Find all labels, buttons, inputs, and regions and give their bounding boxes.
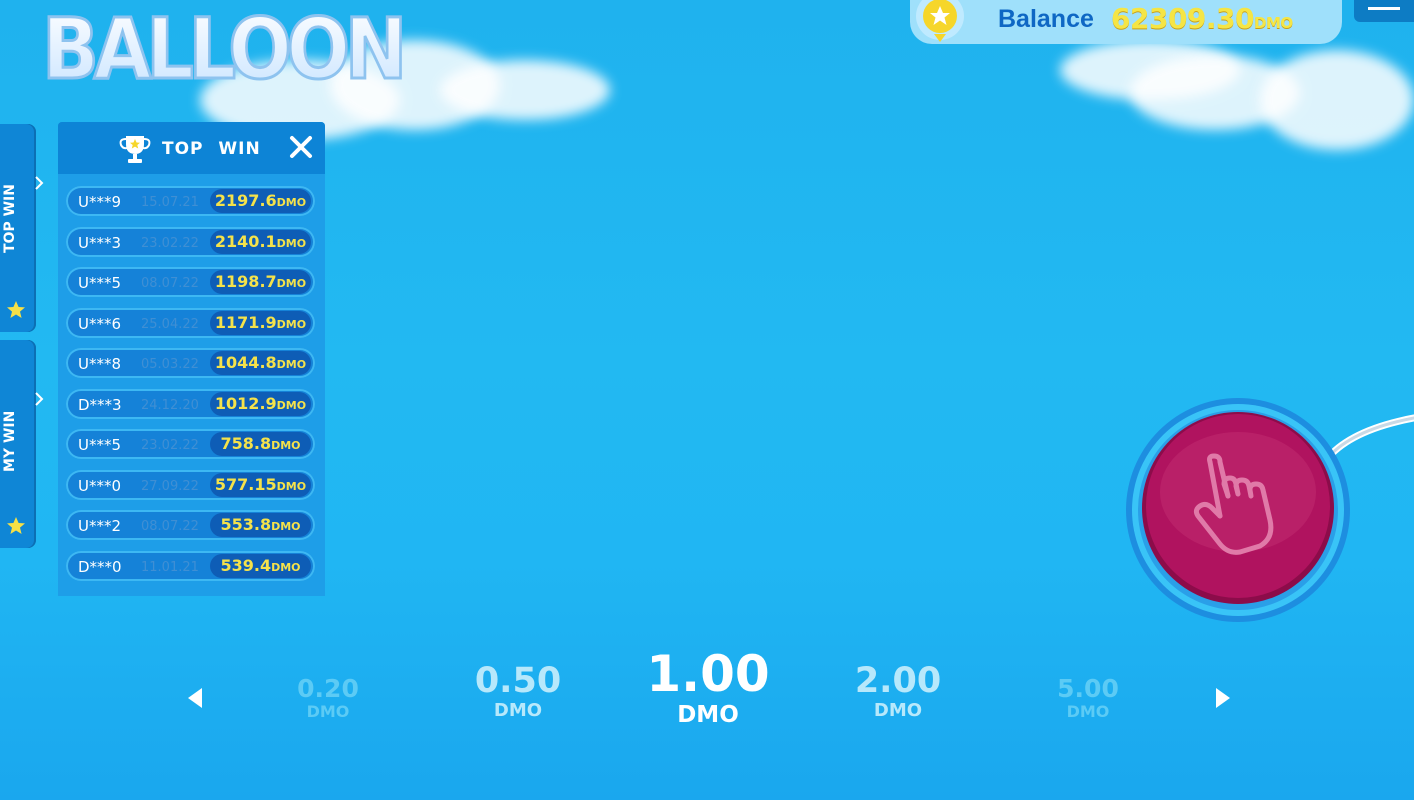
row-user: U***5: [78, 274, 122, 292]
row-user: U***6: [78, 314, 122, 333]
row-amount: 1044.8DMO: [210, 351, 311, 375]
row-date: 08.07.22: [141, 519, 199, 534]
menu-button[interactable]: [1354, 0, 1414, 22]
row-user: U***5: [78, 436, 122, 454]
table-row: U***2 08.07.22 553.8DMO: [66, 510, 315, 540]
close-icon[interactable]: [288, 134, 314, 160]
table-row: U***9 15.07.21 2197.6DMO: [66, 186, 315, 216]
row-amount: 758.8DMO: [210, 432, 311, 456]
chevron-right-icon: [35, 392, 44, 406]
row-date: 23.02.22: [141, 235, 199, 251]
bet-option[interactable]: 0.20 DMO: [278, 676, 378, 722]
tab-my-win[interactable]: MY WIN: [0, 340, 44, 548]
panel-header: TOP WIN: [58, 122, 325, 174]
chevron-right-icon: [35, 176, 44, 190]
table-row: U***6 25.04.22 1171.9DMO: [66, 307, 315, 338]
row-date: 08.07.22: [141, 276, 199, 291]
cloud: [440, 60, 610, 120]
table-row: D***3 24.12.20 1012.9DMO: [66, 388, 315, 419]
tab-label: TOP WIN: [2, 184, 18, 254]
table-row: U***5 08.07.22 1198.7DMO: [66, 267, 315, 297]
table-row: U***5 23.02.22 758.8DMO: [66, 429, 315, 459]
row-amount: 539.4DMO: [210, 553, 311, 578]
panel-title: TOP WIN: [162, 139, 261, 159]
star-coin-icon: [912, 0, 972, 44]
logo-text: BALLOON: [42, 0, 402, 98]
row-date: 15.07.21: [141, 195, 199, 210]
balance-label: Balance: [998, 5, 1094, 33]
table-row: U***8 05.03.22 1044.8DMO: [66, 348, 315, 378]
tab-top-win[interactable]: TOP WIN: [0, 124, 44, 332]
pump-button[interactable]: [1124, 396, 1352, 624]
row-amount: 2197.6DMO: [210, 189, 311, 213]
row-user: U***3: [78, 233, 122, 252]
next-bet-arrow[interactable]: [1212, 686, 1232, 710]
row-user: D***3: [78, 395, 122, 414]
trophy-icon: [119, 136, 151, 163]
table-row: U***3 23.02.22 2140.1DMO: [66, 226, 315, 257]
star-icon: [7, 517, 25, 534]
hamburger-icon: [1368, 7, 1400, 10]
row-date: 05.03.22: [141, 357, 199, 372]
row-user: U***2: [78, 517, 122, 535]
cloud: [1260, 50, 1414, 150]
bet-option[interactable]: 5.00 DMO: [1038, 676, 1138, 722]
row-user: D***0: [78, 557, 122, 576]
bet-option[interactable]: 2.00 DMO: [838, 662, 958, 721]
top-win-panel: TOP WIN U***9 15.07.21 2197.6DMO U***3 23.02…: [58, 122, 325, 596]
row-date: 27.09.22: [141, 478, 199, 494]
row-date: 23.02.22: [141, 438, 199, 453]
row-date: 24.12.20: [141, 397, 199, 413]
table-row: D***0 11.01.21 539.4DMO: [66, 550, 315, 581]
star-icon: [7, 301, 25, 318]
bet-option[interactable]: 0.50 DMO: [458, 662, 578, 721]
table-row: U***0 27.09.22 577.15DMO: [66, 469, 315, 500]
row-date: 11.01.21: [141, 559, 199, 575]
tab-label: MY WIN: [2, 410, 18, 472]
row-amount: 553.8DMO: [210, 513, 311, 537]
balloon-logo: BALLOON: [36, 0, 416, 102]
row-user: U***8: [78, 355, 122, 373]
row-date: 25.04.22: [141, 316, 199, 332]
row-amount: 1171.9DMO: [210, 310, 311, 335]
row-user: U***0: [78, 476, 122, 495]
row-amount: 1012.9DMO: [210, 391, 311, 416]
bet-option-selected[interactable]: 1.00 DMO: [628, 646, 788, 728]
row-amount: 2140.1DMO: [210, 229, 311, 254]
row-amount: 1198.7DMO: [210, 270, 311, 294]
balance-value: 62309.30DMO: [1111, 2, 1293, 35]
row-user: U***9: [78, 193, 122, 211]
prev-bet-arrow[interactable]: [186, 686, 206, 710]
row-amount: 577.15DMO: [210, 472, 311, 497]
